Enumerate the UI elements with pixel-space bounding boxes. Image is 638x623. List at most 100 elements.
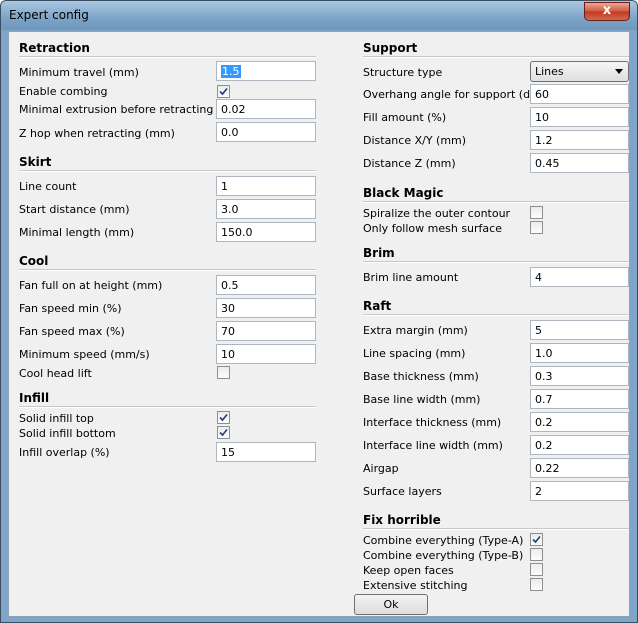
combine-a-checkbox[interactable] bbox=[530, 533, 543, 546]
min-travel-label: Minimum travel (mm) bbox=[19, 66, 139, 79]
divider bbox=[19, 406, 316, 408]
section-header-black-magic: Black Magic bbox=[363, 186, 444, 200]
interface-thickness-input[interactable]: 0.2 bbox=[530, 412, 629, 432]
enable-combing-label: Enable combing bbox=[19, 85, 108, 98]
checkmark-icon bbox=[532, 535, 541, 544]
structure-type-label: Structure type bbox=[363, 66, 443, 79]
overhang-angle-label: Overhang angle for support (deg) bbox=[363, 88, 549, 101]
close-icon: x bbox=[602, 3, 612, 18]
combine-b-label: Combine everything (Type-B) bbox=[363, 549, 524, 562]
surface-layers-input[interactable]: 2 bbox=[530, 481, 629, 501]
infill-overlap-label: Infill overlap (%) bbox=[19, 446, 110, 459]
solid-bottom-label: Solid infill bottom bbox=[19, 427, 116, 440]
extra-margin-label: Extra margin (mm) bbox=[363, 324, 468, 337]
section-header-raft: Raft bbox=[363, 299, 392, 313]
fan-full-height-input[interactable]: 0.5 bbox=[216, 275, 316, 295]
brim-line-amount-input[interactable]: 4 bbox=[530, 267, 629, 287]
close-button[interactable]: x bbox=[584, 2, 630, 21]
fill-amount-input[interactable]: 10 bbox=[530, 107, 629, 127]
brim-line-amount-label: Brim line amount bbox=[363, 271, 459, 284]
mesh-surface-checkbox[interactable] bbox=[530, 221, 543, 234]
line-spacing-label: Line spacing (mm) bbox=[363, 347, 466, 360]
base-thickness-label: Base thickness (mm) bbox=[363, 370, 479, 383]
stitching-checkbox[interactable] bbox=[530, 578, 543, 591]
divider bbox=[19, 269, 316, 271]
section-header-infill: Infill bbox=[19, 391, 50, 405]
airgap-label: Airgap bbox=[363, 462, 399, 475]
fan-speed-max-label: Fan speed max (%) bbox=[19, 325, 125, 338]
checkmark-icon bbox=[219, 87, 228, 96]
base-line-width-label: Base line width (mm) bbox=[363, 393, 481, 406]
checkmark-icon bbox=[219, 428, 228, 437]
chevron-down-icon bbox=[615, 69, 623, 74]
structure-type-value: Lines bbox=[535, 65, 564, 78]
divider bbox=[363, 314, 629, 316]
z-hop-label: Z hop when retracting (mm) bbox=[19, 127, 175, 140]
spiralize-checkbox[interactable] bbox=[530, 206, 543, 219]
distance-z-input[interactable]: 0.45 bbox=[530, 153, 629, 173]
section-header-skirt: Skirt bbox=[19, 155, 52, 169]
distance-z-label: Distance Z (mm) bbox=[363, 157, 456, 170]
airgap-input[interactable]: 0.22 bbox=[530, 458, 629, 478]
combine-b-checkbox[interactable] bbox=[530, 548, 543, 561]
fan-speed-min-label: Fan speed min (%) bbox=[19, 302, 122, 315]
interface-line-width-label: Interface line width (mm) bbox=[363, 439, 503, 452]
base-thickness-input[interactable]: 0.3 bbox=[530, 366, 629, 386]
window-title: Expert config bbox=[9, 8, 89, 22]
min-extrusion-label: Minimal extrusion before retracting (mm) bbox=[19, 103, 247, 116]
spiralize-label: Spiralize the outer contour bbox=[363, 207, 511, 220]
section-header-fix-horrible: Fix horrible bbox=[363, 513, 441, 527]
overhang-angle-input[interactable]: 60 bbox=[530, 84, 629, 104]
base-line-width-input[interactable]: 0.7 bbox=[530, 389, 629, 409]
interface-line-width-input[interactable]: 0.2 bbox=[530, 435, 629, 455]
distance-xy-label: Distance X/Y (mm) bbox=[363, 134, 467, 147]
section-header-cool: Cool bbox=[19, 254, 49, 268]
cool-head-lift-label: Cool head lift bbox=[19, 367, 92, 380]
keep-open-label: Keep open faces bbox=[363, 564, 454, 577]
line-count-input[interactable]: 1 bbox=[216, 176, 316, 196]
stitching-label: Extensive stitching bbox=[363, 579, 468, 592]
mesh-surface-label: Only follow mesh surface bbox=[363, 222, 502, 235]
infill-overlap-input[interactable]: 15 bbox=[216, 442, 316, 462]
fan-speed-max-input[interactable]: 70 bbox=[216, 321, 316, 341]
min-speed-input[interactable]: 10 bbox=[216, 344, 316, 364]
min-length-input[interactable]: 150.0 bbox=[216, 222, 316, 242]
min-extrusion-input[interactable]: 0.02 bbox=[216, 99, 316, 119]
divider bbox=[363, 528, 629, 530]
section-header-brim: Brim bbox=[363, 246, 395, 260]
distance-xy-input[interactable]: 1.2 bbox=[530, 130, 629, 150]
divider bbox=[363, 56, 629, 58]
section-header-support: Support bbox=[363, 41, 418, 55]
start-distance-input[interactable]: 3.0 bbox=[216, 199, 316, 219]
min-speed-label: Minimum speed (mm/s) bbox=[19, 348, 150, 361]
divider bbox=[363, 261, 629, 263]
solid-top-checkbox[interactable] bbox=[217, 411, 230, 424]
surface-layers-label: Surface layers bbox=[363, 485, 442, 498]
divider bbox=[19, 170, 316, 172]
title-bar[interactable]: Expert config x bbox=[1, 1, 637, 30]
divider bbox=[363, 201, 629, 203]
z-hop-input[interactable]: 0.0 bbox=[216, 122, 316, 142]
interface-thickness-label: Interface thickness (mm) bbox=[363, 416, 502, 429]
checkmark-icon bbox=[219, 413, 228, 422]
extra-margin-input[interactable]: 5 bbox=[530, 320, 629, 340]
fan-speed-min-input[interactable]: 30 bbox=[216, 298, 316, 318]
section-header-retraction: Retraction bbox=[19, 41, 90, 55]
solid-top-label: Solid infill top bbox=[19, 412, 94, 425]
line-spacing-input[interactable]: 1.0 bbox=[530, 343, 629, 363]
keep-open-checkbox[interactable] bbox=[530, 563, 543, 576]
structure-type-select[interactable]: Lines bbox=[530, 61, 629, 82]
fan-full-height-label: Fan full on at height (mm) bbox=[19, 279, 163, 292]
min-travel-input[interactable]: 1.5 bbox=[216, 61, 316, 81]
solid-bottom-checkbox[interactable] bbox=[217, 426, 230, 439]
cool-head-lift-checkbox[interactable] bbox=[217, 366, 230, 379]
ok-button[interactable]: Ok bbox=[354, 594, 428, 615]
min-length-label: Minimal length (mm) bbox=[19, 226, 135, 239]
combine-a-label: Combine everything (Type-A) bbox=[363, 534, 524, 547]
start-distance-label: Start distance (mm) bbox=[19, 203, 130, 216]
expert-config-window: Expert config x Retraction Minimum trave… bbox=[0, 0, 638, 623]
line-count-label: Line count bbox=[19, 180, 77, 193]
enable-combing-checkbox[interactable] bbox=[217, 85, 230, 98]
min-travel-value: 1.5 bbox=[221, 65, 241, 78]
dialog-body: Retraction Minimum travel (mm) 1.5 Enabl… bbox=[8, 31, 630, 617]
